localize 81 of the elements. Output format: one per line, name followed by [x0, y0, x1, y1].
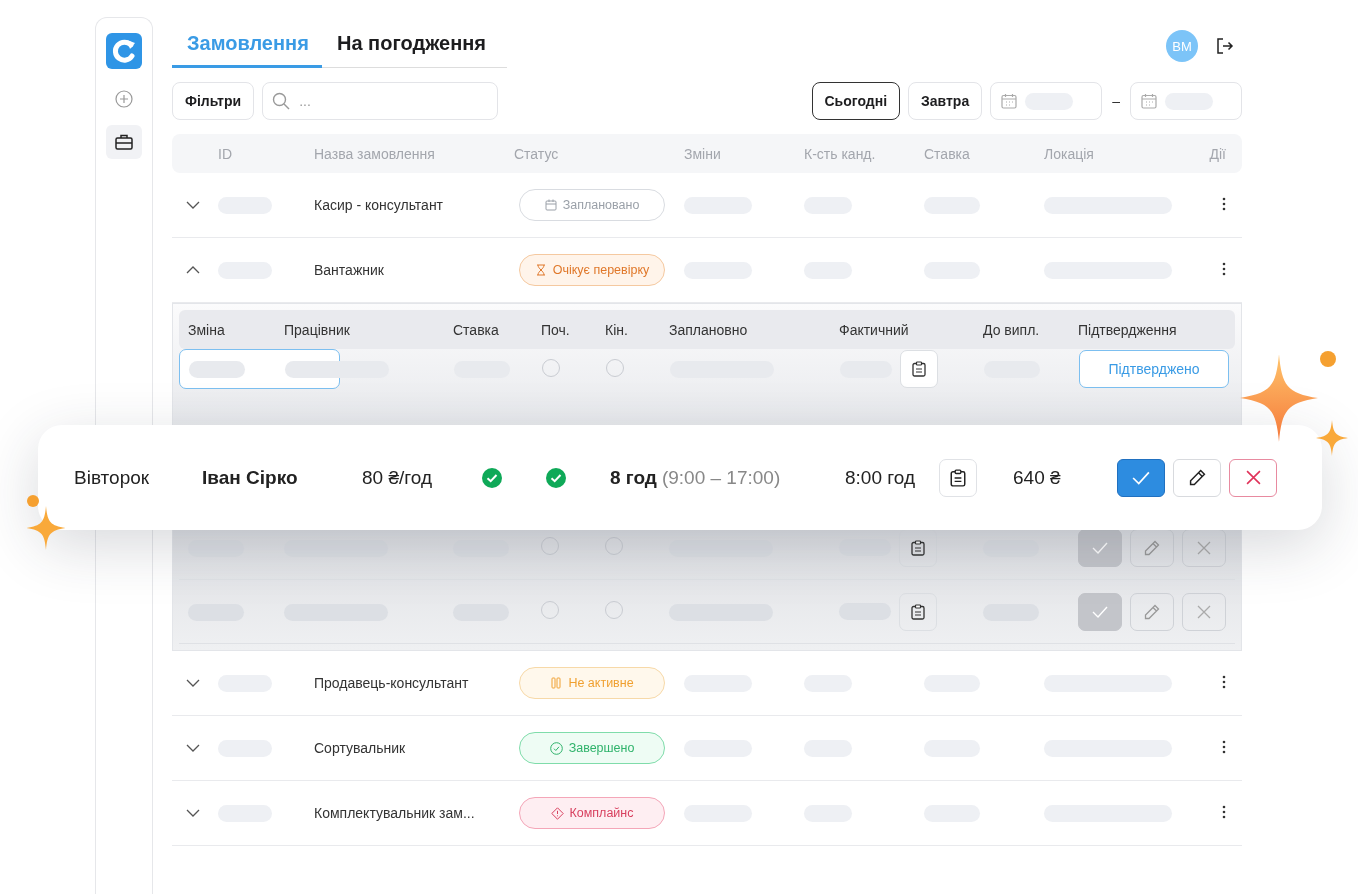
- chevron-down-icon[interactable]: [186, 809, 200, 817]
- search-icon: [272, 92, 291, 110]
- chevron-down-icon[interactable]: [186, 744, 200, 752]
- column-header: Поч.: [541, 321, 571, 338]
- date-button[interactable]: Завтра: [908, 82, 983, 120]
- planned-range: (9:00 – 17:00): [661, 466, 781, 489]
- date-field[interactable]: [990, 82, 1103, 120]
- clipboard-icon: [911, 603, 925, 620]
- order-name[interactable]: Сортувальник: [314, 740, 514, 756]
- logo-icon: [106, 33, 142, 69]
- worker-name: Іван Сірко: [202, 466, 299, 489]
- dot-icon: [27, 495, 39, 507]
- status-badge: Очікує перевірку: [519, 254, 665, 286]
- order-name[interactable]: Вантажник: [314, 262, 514, 278]
- status-badge: Заплановано: [519, 189, 665, 221]
- column-header: К-сть канд.: [804, 145, 877, 162]
- date-separator: –: [1111, 93, 1121, 109]
- order-name[interactable]: Продавець-консультант: [314, 675, 514, 691]
- column-header: Зміна: [188, 321, 226, 338]
- briefcase-button[interactable]: [106, 125, 142, 159]
- close-icon: [1245, 470, 1261, 485]
- more-icon[interactable]: [1222, 196, 1226, 211]
- close-icon: [1197, 540, 1211, 555]
- clipboard-button[interactable]: [900, 350, 938, 388]
- status-badge: Не активне: [519, 667, 665, 699]
- more-icon[interactable]: [1222, 739, 1226, 754]
- column-header: Зміни: [684, 145, 722, 162]
- search-field[interactable]: ...: [262, 82, 499, 120]
- pencil-icon: [1188, 469, 1206, 486]
- briefcase-icon: [115, 134, 133, 150]
- chevron-up-icon[interactable]: [186, 266, 200, 274]
- more-icon[interactable]: [1222, 804, 1226, 819]
- chevron-down-icon[interactable]: [186, 201, 200, 209]
- more-icon[interactable]: [1222, 674, 1226, 689]
- planned-hours: 8 год: [610, 466, 657, 489]
- reject-button[interactable]: [1229, 458, 1277, 497]
- filters-button[interactable]: Фільтри: [172, 82, 255, 120]
- actual-hours: 8:00 год: [845, 466, 916, 489]
- column-header: Дії: [1208, 145, 1227, 162]
- check-icon: [1092, 541, 1108, 554]
- column-header: Кін.: [605, 321, 629, 338]
- column-header: Назва замовлення: [314, 145, 436, 162]
- column-header: Локація: [1044, 145, 1095, 162]
- payout-amount: 640 ₴: [1013, 466, 1062, 489]
- edit-button[interactable]: [1173, 458, 1221, 497]
- column-header: Статус: [514, 145, 560, 162]
- column-header: До випл.: [983, 321, 1041, 338]
- dot-icon: [1320, 351, 1336, 367]
- shift-rate: 80 ₴/год: [362, 466, 433, 489]
- clipboard-button[interactable]: [899, 592, 937, 631]
- clipboard-icon: [911, 539, 925, 556]
- approve-button[interactable]: [1117, 458, 1165, 497]
- clipboard-icon: [912, 361, 926, 377]
- clipboard-button[interactable]: [939, 458, 977, 497]
- order-name[interactable]: Комплектувальник зам...: [314, 805, 514, 821]
- column-header: Працівник: [284, 321, 351, 338]
- column-header: Фактичний: [839, 321, 910, 338]
- status-badge: Комплайнс: [519, 797, 665, 829]
- more-icon[interactable]: [1222, 261, 1226, 276]
- status-badge: Завершено: [519, 732, 665, 764]
- check-icon: [1132, 470, 1150, 485]
- tab[interactable]: На погодження: [322, 28, 501, 68]
- order-name[interactable]: Касир - консультант: [314, 197, 514, 213]
- date-button[interactable]: Сьогодні: [811, 82, 900, 120]
- column-header: Підтвердження: [1078, 321, 1178, 338]
- clipboard-icon: [950, 468, 966, 487]
- column-header: Ставка: [453, 321, 500, 338]
- column-header: Заплановно: [669, 321, 749, 338]
- column-header: Ставка: [924, 145, 971, 162]
- close-icon: [1197, 604, 1211, 619]
- pencil-icon: [1144, 603, 1160, 620]
- logout-icon[interactable]: [1216, 37, 1234, 55]
- date-field[interactable]: [1130, 82, 1242, 120]
- column-header: ID: [218, 145, 233, 162]
- calendar-icon: [1001, 93, 1018, 109]
- check-icon: [1092, 605, 1108, 618]
- add-icon[interactable]: [115, 90, 133, 108]
- calendar-icon: [1141, 93, 1157, 109]
- chevron-down-icon[interactable]: [186, 679, 200, 687]
- pencil-icon: [1144, 539, 1160, 556]
- shift-day: Вівторок: [74, 466, 202, 489]
